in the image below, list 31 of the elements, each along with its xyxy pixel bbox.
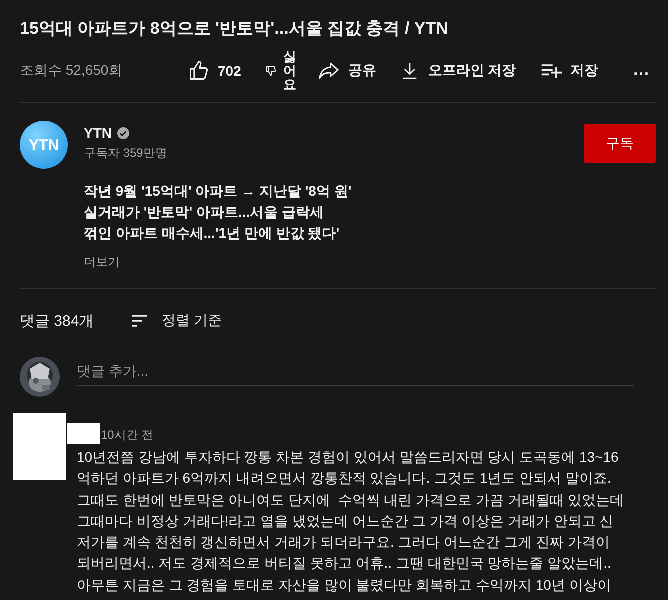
video-title: 15억대 아파트가 8억으로 '반토막'...서울 집값 충격 / YTN (20, 18, 450, 40)
comment-text-line: 저가를 계속 천천히 갱신하면서 거래가 되더라구요. 그러다 어느순간 그게 진짜 가격이 (77, 533, 611, 552)
comment-text-line: 아무튼 지금은 그 경험을 토대로 자산을 많이 불렸다만 회복하고 수익까지 10년 이상이 (77, 576, 612, 595)
description-line: 실거래가 '반토막' 아파트...서울 급락세 (84, 203, 325, 222)
more-button[interactable]: ... (634, 62, 650, 80)
comment-text-line: 10년전쯤 강남에 투자하다 깡통 차본 경험이 있어서 말씀드리자면 당시 도곡동에 13~16 (77, 448, 620, 467)
subscriber-count: 구독자 359만명 (84, 145, 168, 162)
share-button[interactable]: 공유 (318, 60, 376, 82)
redacted-avatar (13, 413, 66, 480)
comment-text-line: 그때도 한번에 반토막은 아니여도 단지에 수억씩 내린 가격으로 가끔 거래될때 있었는데 (77, 490, 625, 510)
redacted-username (67, 423, 100, 444)
comment-time: 10시간 전 (101, 427, 154, 444)
share-icon (318, 60, 340, 82)
comment-count: 댓글 384개 (20, 312, 96, 330)
like-button[interactable]: 702 (188, 60, 242, 82)
show-more-link[interactable]: 더보기 (84, 254, 656, 271)
description-line: 꺾인 아파트 매수세...'1년 만에 반값 됐다' (84, 224, 341, 243)
subscribe-button[interactable]: 구독 (584, 124, 656, 163)
dislike-button[interactable]: 싫어요 (265, 50, 296, 92)
channel-name[interactable]: YTN (84, 125, 112, 141)
comment-text-line: 그때마다 비정상 거래다!라고 열을 냈었는데 어느순간 그 가격 이상은 거래가 안되고 신 (77, 512, 615, 531)
comment-input[interactable]: 댓글 추가... (77, 362, 634, 386)
comment-text-line: 되버리면서.. 저도 경제적으로 버티질 못하고 어휴.. 그땐 대한민국 망하는줄 알았는데.. (77, 554, 612, 574)
view-count: 조회수 52,650회 (20, 62, 124, 80)
description-line: 작년 9월 '15억대' 아파트 → 지난달 '8억 원' (84, 182, 353, 201)
download-button[interactable]: 오프라인 저장 (400, 61, 516, 81)
save-button[interactable]: 저장 (540, 60, 598, 82)
sort-button[interactable]: 정렬 기준 (130, 311, 222, 331)
thumbs-up-icon (188, 60, 210, 82)
thumbs-down-icon (265, 64, 278, 77)
comment-text-line: 억하던 아파트가 6억까지 내려오면서 깡통찬적 있습니다. 그것도 1년도 안되서 말이죠. (77, 469, 612, 488)
